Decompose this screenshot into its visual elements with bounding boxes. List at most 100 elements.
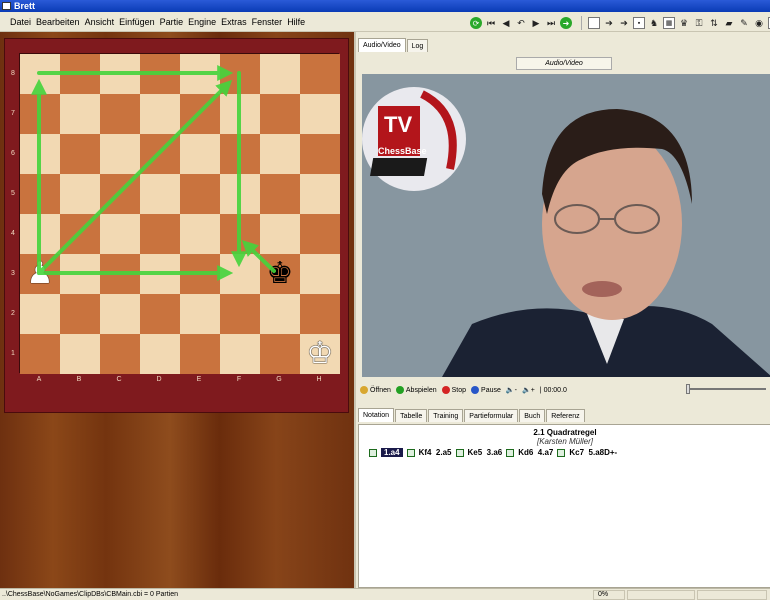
- next-move-icon[interactable]: ▶: [530, 17, 542, 29]
- white-pawn-icon[interactable]: ♟: [20, 254, 60, 294]
- square-g4[interactable]: [260, 214, 300, 254]
- square-f6[interactable]: [220, 134, 260, 174]
- tab-referenz[interactable]: Referenz: [546, 409, 585, 422]
- square-b7[interactable]: [60, 94, 100, 134]
- menu-datei[interactable]: Datei: [10, 17, 31, 27]
- chess-board[interactable]: ♟ ♚ ♔: [19, 53, 340, 374]
- square-b3[interactable]: [60, 254, 100, 294]
- square-c6[interactable]: [100, 134, 140, 174]
- square-h6[interactable]: [300, 134, 340, 174]
- square-c3[interactable]: [100, 254, 140, 294]
- video-player[interactable]: TV ChessBase: [362, 74, 770, 377]
- stop-button[interactable]: Stop: [441, 386, 466, 394]
- tab-notation[interactable]: Notation: [358, 408, 395, 422]
- tab-log[interactable]: Log: [406, 39, 429, 52]
- square-c2[interactable]: [100, 294, 140, 334]
- move[interactable]: Kc7: [569, 448, 584, 457]
- square-f8[interactable]: [220, 54, 260, 94]
- tab-buch[interactable]: Buch: [519, 409, 546, 422]
- square-h4[interactable]: [300, 214, 340, 254]
- pause-button[interactable]: Pause: [471, 386, 501, 394]
- open-button[interactable]: Öffnen: [360, 386, 391, 394]
- square-g7[interactable]: [260, 94, 300, 134]
- square-a6[interactable]: [20, 134, 60, 174]
- move[interactable]: 4.a7: [538, 448, 554, 457]
- board-icon[interactable]: ♞: [648, 17, 660, 29]
- square-a7[interactable]: [20, 94, 60, 134]
- square-a4[interactable]: [20, 214, 60, 254]
- tab-tabelle[interactable]: Tabelle: [395, 409, 428, 422]
- square-a1[interactable]: [20, 334, 60, 374]
- refresh-icon[interactable]: ⟳: [470, 17, 482, 29]
- menu-hilfe[interactable]: Hilfe: [287, 17, 305, 27]
- menu-ansicht[interactable]: Ansicht: [85, 17, 115, 27]
- square-g5[interactable]: [260, 174, 300, 214]
- square-a3[interactable]: ♟: [20, 254, 60, 294]
- menu-einfuegen[interactable]: Einfügen: [119, 17, 155, 27]
- square-h1[interactable]: ♔: [300, 334, 340, 374]
- last-move-icon[interactable]: ⏭: [545, 17, 557, 29]
- square-f4[interactable]: [220, 214, 260, 254]
- seek-slider-knob[interactable]: [686, 384, 690, 394]
- move[interactable]: 3.a6: [487, 448, 503, 457]
- square-d2[interactable]: [140, 294, 180, 334]
- square-b2[interactable]: [60, 294, 100, 334]
- menu-fenster[interactable]: Fenster: [252, 17, 283, 27]
- move[interactable]: 2.a5: [436, 448, 452, 457]
- menu-engine[interactable]: Engine: [188, 17, 216, 27]
- square-b1[interactable]: [60, 334, 100, 374]
- notation-panel[interactable]: 2.1 Quadratregel [Karsten Müller] 1.a4 K…: [358, 424, 770, 588]
- square-f2[interactable]: [220, 294, 260, 334]
- pen-icon[interactable]: ✎: [738, 17, 750, 29]
- square-a2[interactable]: [20, 294, 60, 334]
- prev-move-icon[interactable]: ◀: [500, 17, 512, 29]
- square-a8[interactable]: [20, 54, 60, 94]
- square-c7[interactable]: [100, 94, 140, 134]
- arrow-right-icon[interactable]: ➔: [603, 17, 615, 29]
- square-f5[interactable]: [220, 174, 260, 214]
- square-g6[interactable]: [260, 134, 300, 174]
- square-g1[interactable]: [260, 334, 300, 374]
- menu-bearbeiten[interactable]: Bearbeiten: [36, 17, 80, 27]
- square-b6[interactable]: [60, 134, 100, 174]
- square-b8[interactable]: [60, 54, 100, 94]
- square-d7[interactable]: [140, 94, 180, 134]
- arrow-icon[interactable]: ➔: [618, 17, 630, 29]
- key-icon[interactable]: ⚿: [693, 17, 705, 29]
- play-button[interactable]: Abspielen: [395, 386, 437, 394]
- square-c8[interactable]: [100, 54, 140, 94]
- new-document-icon[interactable]: [588, 17, 600, 29]
- square-e3[interactable]: [180, 254, 220, 294]
- first-move-icon[interactable]: ⏮: [485, 17, 497, 29]
- move[interactable]: Kd6: [518, 448, 533, 457]
- square-b5[interactable]: [60, 174, 100, 214]
- square-h7[interactable]: [300, 94, 340, 134]
- move[interactable]: 5.a8D+-: [589, 448, 618, 457]
- square-c4[interactable]: [100, 214, 140, 254]
- square-d1[interactable]: [140, 334, 180, 374]
- camera-icon[interactable]: ◉: [753, 17, 765, 29]
- square-g2[interactable]: [260, 294, 300, 334]
- square-d3[interactable]: [140, 254, 180, 294]
- square-h3[interactable]: [300, 254, 340, 294]
- volume-up-button[interactable]: 🔈 +: [522, 386, 535, 395]
- square-e4[interactable]: [180, 214, 220, 254]
- square-f1[interactable]: [220, 334, 260, 374]
- square-d5[interactable]: [140, 174, 180, 214]
- seek-slider[interactable]: [686, 384, 766, 394]
- flip-icon[interactable]: ⇅: [708, 17, 720, 29]
- square-e7[interactable]: [180, 94, 220, 134]
- square-c5[interactable]: [100, 174, 140, 214]
- square-g8[interactable]: [260, 54, 300, 94]
- square-h8[interactable]: [300, 54, 340, 94]
- white-king-icon[interactable]: ♔: [300, 334, 340, 374]
- menu-extras[interactable]: Extras: [221, 17, 247, 27]
- move[interactable]: 1.a4: [381, 448, 403, 457]
- tab-audio-video[interactable]: Audio/Video: [358, 38, 406, 52]
- forward-icon[interactable]: ➜: [560, 17, 572, 29]
- square-c1[interactable]: [100, 334, 140, 374]
- square-d6[interactable]: [140, 134, 180, 174]
- square-e2[interactable]: [180, 294, 220, 334]
- square-a5[interactable]: [20, 174, 60, 214]
- square-b4[interactable]: [60, 214, 100, 254]
